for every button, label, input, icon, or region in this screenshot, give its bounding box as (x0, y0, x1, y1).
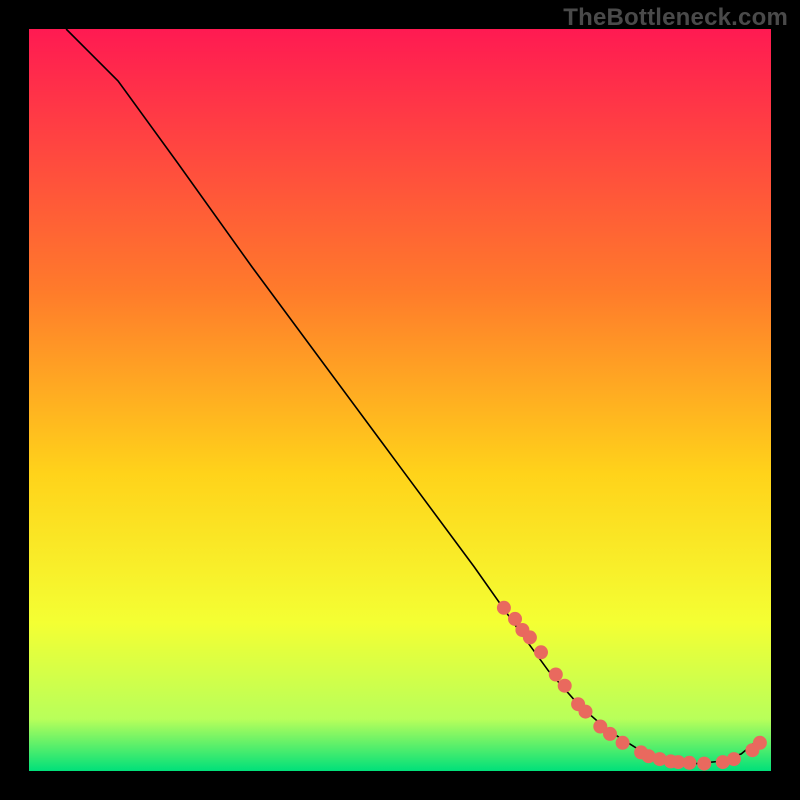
data-point (616, 736, 630, 750)
data-point (603, 727, 617, 741)
data-point (697, 757, 711, 771)
chart-frame: TheBottleneck.com (0, 0, 800, 800)
data-point (497, 601, 511, 615)
data-point (682, 756, 696, 770)
data-point (727, 752, 741, 766)
chart-svg (0, 0, 800, 800)
watermark-text: TheBottleneck.com (563, 4, 788, 32)
data-point (534, 645, 548, 659)
data-point (523, 630, 537, 644)
data-point (558, 679, 572, 693)
data-point (753, 736, 767, 750)
plot-background (29, 29, 771, 771)
data-point (549, 668, 563, 682)
data-point (579, 705, 593, 719)
